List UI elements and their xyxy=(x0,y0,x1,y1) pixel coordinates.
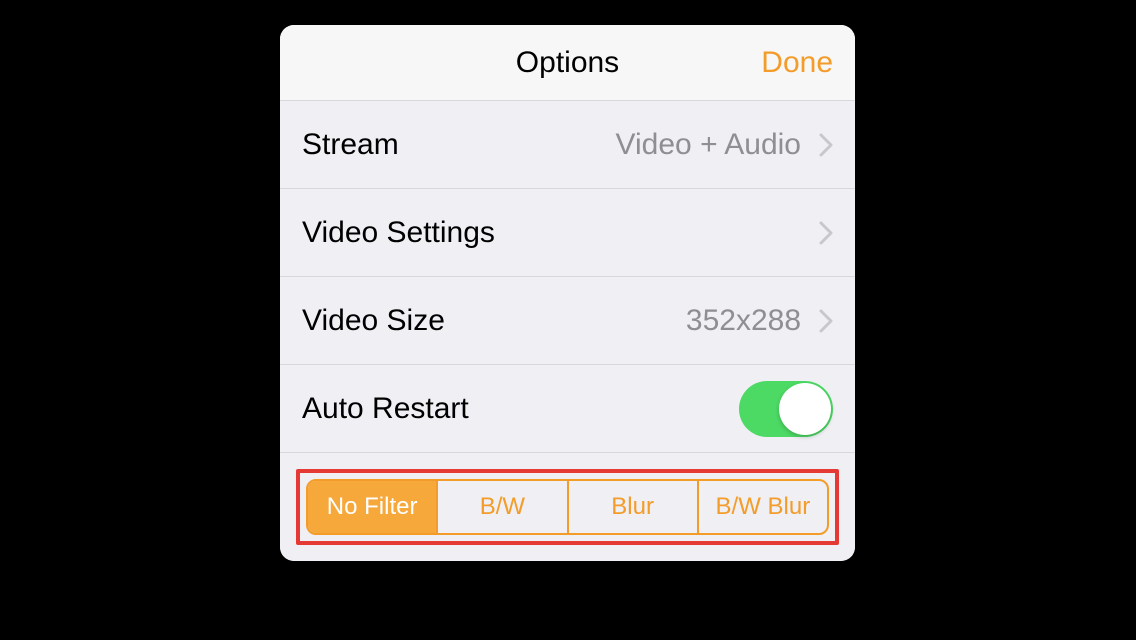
stream-row[interactable]: Stream Video + Audio xyxy=(280,101,855,189)
filter-section: No Filter B/W Blur B/W Blur xyxy=(280,453,855,561)
chevron-right-icon xyxy=(819,221,833,245)
video-size-row[interactable]: Video Size 352x288 xyxy=(280,277,855,365)
highlight-annotation: No Filter B/W Blur B/W Blur xyxy=(296,469,839,545)
auto-restart-label: Auto Restart xyxy=(302,392,469,426)
filter-segment-blur[interactable]: Blur xyxy=(569,481,699,533)
auto-restart-toggle[interactable] xyxy=(739,381,833,437)
options-panel: Options Done Stream Video + Audio Video … xyxy=(280,25,855,561)
video-size-label: Video Size xyxy=(302,304,445,338)
filter-segmented-control: No Filter B/W Blur B/W Blur xyxy=(306,479,829,535)
auto-restart-row: Auto Restart xyxy=(280,365,855,453)
chevron-right-icon xyxy=(819,133,833,157)
filter-segment-bw[interactable]: B/W xyxy=(438,481,568,533)
filter-segment-bw-blur[interactable]: B/W Blur xyxy=(699,481,827,533)
filter-segment-no-filter[interactable]: No Filter xyxy=(308,481,438,533)
page-title: Options xyxy=(516,46,619,80)
stream-label: Stream xyxy=(302,128,399,162)
toggle-knob xyxy=(779,383,831,435)
video-settings-label: Video Settings xyxy=(302,216,495,250)
header: Options Done xyxy=(280,25,855,101)
stream-value: Video + Audio xyxy=(399,128,819,162)
video-size-value: 352x288 xyxy=(445,304,819,338)
video-settings-row[interactable]: Video Settings xyxy=(280,189,855,277)
done-button[interactable]: Done xyxy=(761,46,833,80)
chevron-right-icon xyxy=(819,309,833,333)
